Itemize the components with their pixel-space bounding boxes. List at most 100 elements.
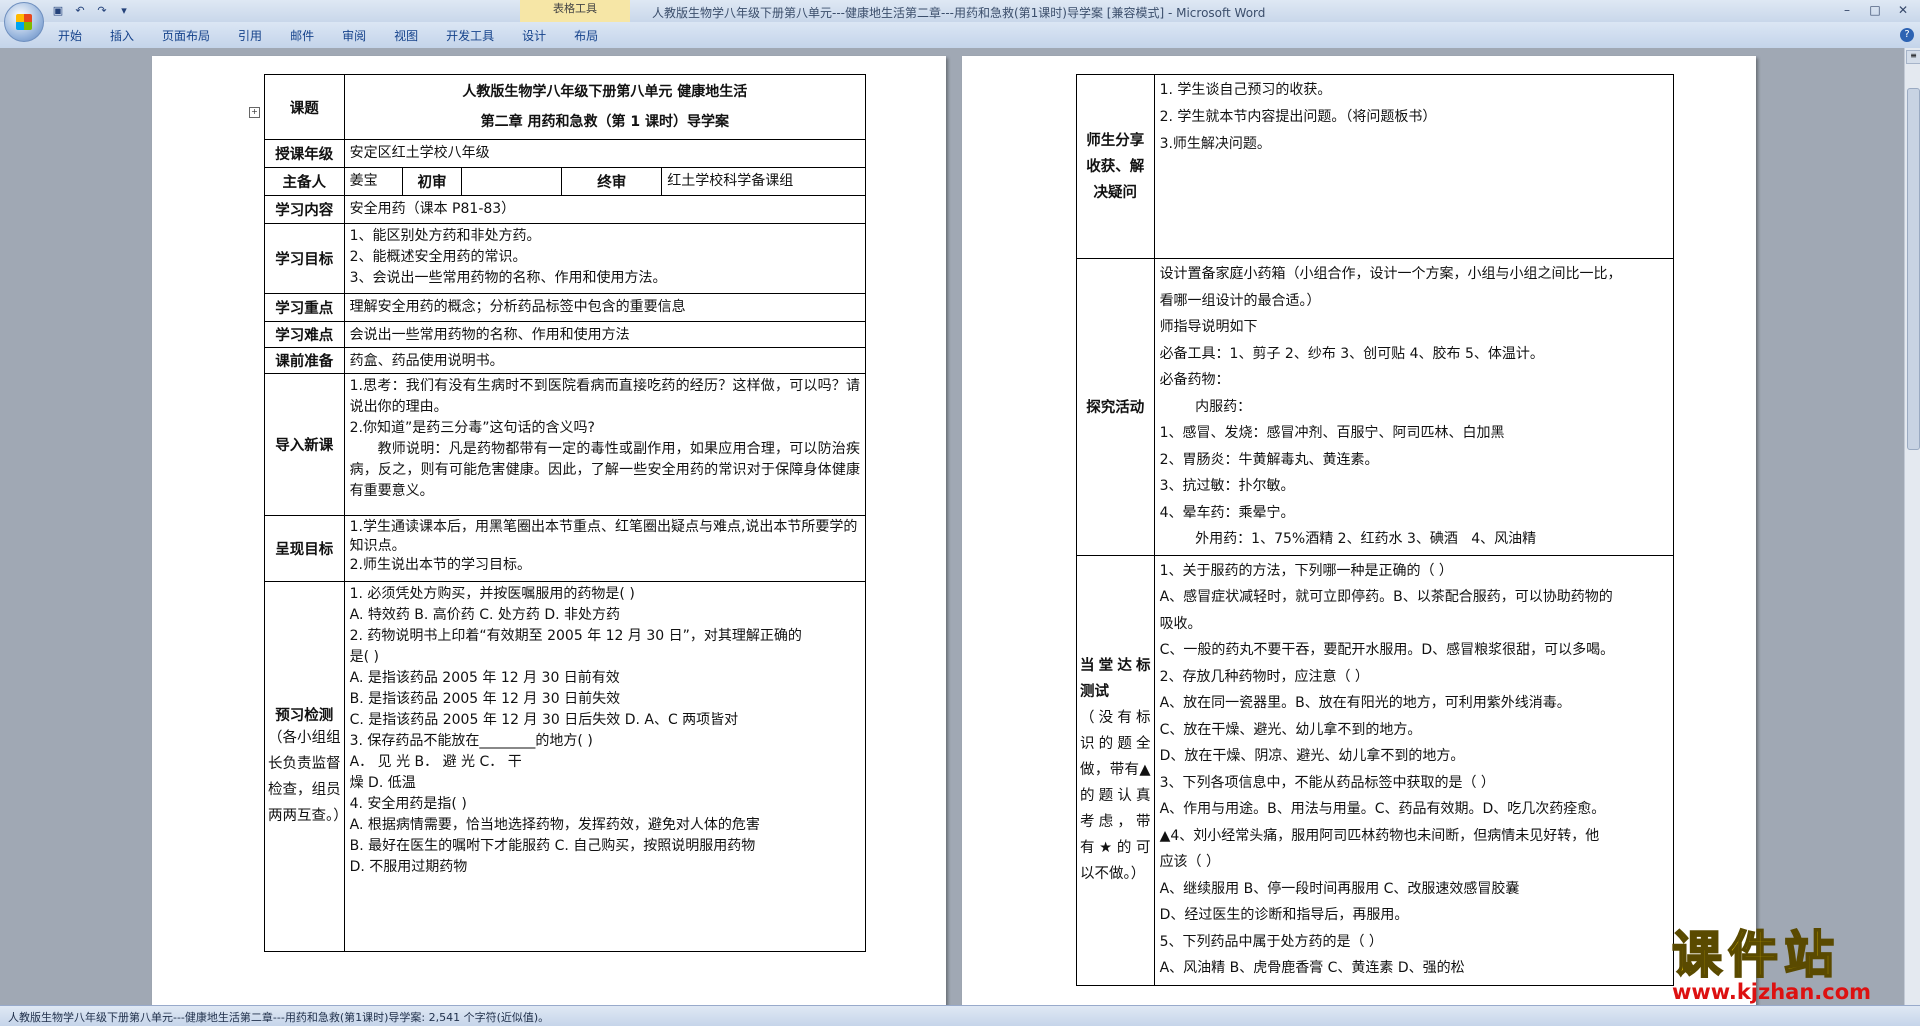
test-line: 5、下列药品中属于处方药的是（ ） [1159,933,1383,950]
test-line: D、放在干燥、阴凉、避光、幼儿拿不到的地方。 [1159,748,1465,764]
tab-page-layout[interactable]: 页面布局 [148,27,224,44]
redo-icon[interactable]: ↷ [94,3,110,18]
table-tools-context-tab: 表格工具 [520,0,630,22]
save-icon[interactable]: ▣ [50,3,66,18]
test-line: 3、下列各项信息中，不能从药品标签中获取的是（ ） [1159,774,1495,791]
tab-developer[interactable]: 开发工具 [432,27,508,44]
share-line: 2. 学生就本节内容提出问题。（将问题板书） [1159,109,1437,125]
title-bar: ▣ ↶ ↷ ▾ 表格工具 人教版生物学八年级下册第八单元---健康地生活第二章-… [0,0,1920,22]
prep-label: 主备人 [264,167,345,196]
test-line: 1、关于服药的方法，下列哪一种是正确的（ ） [1159,562,1453,579]
minimize-icon[interactable]: – [1834,2,1860,19]
pre-test-line: 燥 D. 低温 [349,775,416,791]
watermark-main-text: 课件站 [1671,926,1840,984]
title-label: 课题 [264,74,345,140]
goal-item: 1、能区别处方药和非处方药。 [349,228,541,244]
pre-test-line: A. 是指该药品 2005 年 12 月 30 日前有效 [349,670,620,686]
pre-test-line: B. 是指该药品 2005 年 12 月 30 日前失效 [349,691,621,707]
pre-test-line: B. 最好在医生的嘱咐下才能服药 C. 自己购买，按照说明服用药物 [349,838,756,854]
explore-line: 师指导说明如下 [1159,319,1258,335]
test-line: A、作用与用途。B、用法与用量。C、药品有效期。D、吃几次药痊愈。 [1159,801,1606,817]
tab-mailings[interactable]: 邮件 [276,27,328,44]
customize-qat-icon[interactable]: ▾ [116,3,132,18]
lesson-plan-table-left: 课题 人教版生物学八年级下册第八单元 健康地生活 第二章 用药和急救（第 1 课… [264,74,867,952]
pre-test-line: 2. 药物说明书上印着“有效期至 2005 年 12 月 30 日”，对其理解正… [349,628,802,644]
tab-view[interactable]: 视图 [380,27,432,44]
view-ruler-icon[interactable]: ≡ [1906,50,1920,64]
maximize-icon[interactable]: □ [1862,2,1888,19]
pre-test-sub: （各小组组长负责监督检查，组员两两互查。） [268,730,348,824]
goal-item: 3、会说出一些常用药物的名称、作用和使用方法。 [349,270,667,286]
explore-line: 3、抗过敏：扑尔敏。 [1159,478,1295,494]
intro-question-1: 1.思考：我们有没有生病时不到医院看病而直接吃药的经历？这样做，可以吗？请说出你… [349,378,860,415]
grade-label: 授课年级 [264,139,345,168]
watermark-url: www.kjzhan.com [1672,980,1872,1004]
help-icon[interactable]: ? [1900,28,1914,42]
tab-references[interactable]: 引用 [224,27,276,44]
vertical-scrollbar[interactable]: ≡ [1904,48,1920,1005]
pre-test-line: A． 见 光 B． 避 光 C． 干 [349,754,522,770]
pre-test-line: D. 不服用过期药物 [349,859,468,875]
intro-teacher-note: 教师说明：凡是药物都带有一定的毒性或副作用，如果应用合理，可以防治疾病，反之，则… [349,441,860,499]
prep2-value: 药盒、药品使用说明书。 [343,347,867,374]
test-line: D、经过医生的诊断和指导后，再服用。 [1159,907,1409,923]
pre-test-line: 1. 必须凭处方购买，并按医嘱服用的药物是( ) [349,586,635,602]
pre-test-label: 预习检测 [275,708,334,724]
test-line: C、放在干燥、避光、幼儿拿不到的地方。 [1159,721,1422,738]
explore-line: 设计置备家庭小药箱（小组合作，设计一个方案，小组与小组之间比一比， [1159,266,1622,282]
office-logo-icon [16,14,32,30]
prep2-label: 课前准备 [264,347,345,374]
explore-line: 外用药：1、75%酒精 2、红药水 3、碘酒 4、风油精 [1159,531,1537,547]
explore-line: 必备工具：1、剪子 2、纱布 3、创可贴 4、胶布 5、体温计。 [1159,345,1544,362]
final-review-label: 终审 [561,167,663,196]
difficulty-label: 学习难点 [264,321,345,348]
explore-line: 4、晕车药：乘晕宁。 [1159,504,1295,521]
tab-insert[interactable]: 插入 [96,27,148,44]
key-label: 学习重点 [264,293,345,322]
test-line: 应该（ ） [1159,854,1221,870]
intro-question-2: 2.你知道”是药三分毒”这句话的含义吗? [349,420,595,436]
office-button[interactable] [4,2,44,42]
table-move-handle-icon[interactable]: + [249,107,260,118]
window-controls: – □ ✕ [1834,2,1916,19]
undo-icon[interactable]: ↶ [72,3,88,18]
test-line: A、继续服用 B、停一段时间再服用 C、改服速效感冒胶囊 [1159,880,1520,897]
quick-access-toolbar: ▣ ↶ ↷ ▾ [50,3,132,18]
pre-test-line: 3. 保存药品不能放在________的地方( ) [349,733,593,749]
tab-design[interactable]: 设计 [508,27,560,44]
tab-review[interactable]: 审阅 [328,27,380,44]
tab-home[interactable]: 开始 [44,27,96,44]
pre-test-line: 4. 安全用药是指( ) [349,796,467,812]
test-line: 2、存放几种药物时，应注意（ ） [1159,668,1369,685]
key-value: 理解安全用药的概念；分析药品标签中包含的重要信息 [343,293,867,322]
test-line: 吸收。 [1159,615,1202,632]
test-line: A、感冒症状减轻时，就可立即停药。B、以茶配合服药，可以协助药物的 [1159,589,1613,605]
prep-value: 姜宝 [343,167,403,196]
explore-label: 探究活动 [1076,258,1155,556]
content-label: 学习内容 [264,195,345,224]
pre-test-line: A. 特效药 B. 高价药 C. 处方药 D. 非处方药 [349,607,621,623]
ribbon-tabs-bar: 开始 插入 页面布局 引用 邮件 审阅 视图 开发工具 设计 布局 ? [0,22,1920,49]
tab-layout[interactable]: 布局 [560,27,612,44]
ribbon-tabs: 开始 插入 页面布局 引用 邮件 审阅 视图 开发工具 设计 布局 [44,27,612,44]
test-content: 1、关于服药的方法，下列哪一种是正确的（ ） A、感冒症状减轻时，就可立即停药。… [1153,554,1675,986]
explore-line: 内服药： [1159,398,1252,415]
goal-item: 2、能概述安全用药的常识。 [349,249,527,265]
test-line: C、一般的药丸不要干吞，要配开水服用。D、感冒粮浆很甜，可以多喝。 [1159,642,1615,658]
share-label: 师生分享收获、解决疑问 [1076,74,1155,259]
pre-test-line: 是( ) [349,649,379,665]
goal-label: 学习目标 [264,223,345,294]
pre-test-content: 1. 必须凭处方购买，并按医嘱服用的药物是( ) A. 特效药 B. 高价药 C… [343,581,867,952]
grade-value: 安定区红土学校八年级 [343,139,867,168]
present-item-1: 1.学生通读课本后，用黑笔圈出本节重点、红笔圈出疑点与难点,说出本节所要学的知识… [349,519,858,554]
pre-test-line: C. 是指该药品 2005 年 12 月 30 日后失效 D. A、C 两项皆对 [349,712,739,728]
title-line-1: 人教版生物学八年级下册第八单元 健康地生活 [462,84,748,100]
present-item-2: 2.师生说出本节的学习目标。 [349,557,531,573]
test-label: 当堂达标测试 [1080,658,1151,700]
content-value: 安全用药（课本 P81-83） [343,195,867,224]
close-icon[interactable]: ✕ [1890,2,1916,19]
status-text: 人教版生物学八年级下册第八单元---健康地生活第二章---用药和急救(第1课时)… [8,1011,550,1024]
status-bar: 人教版生物学八年级下册第八单元---健康地生活第二章---用药和急救(第1课时)… [0,1005,1920,1026]
present-label: 呈现目标 [264,515,345,582]
scrollbar-thumb[interactable] [1907,88,1920,450]
